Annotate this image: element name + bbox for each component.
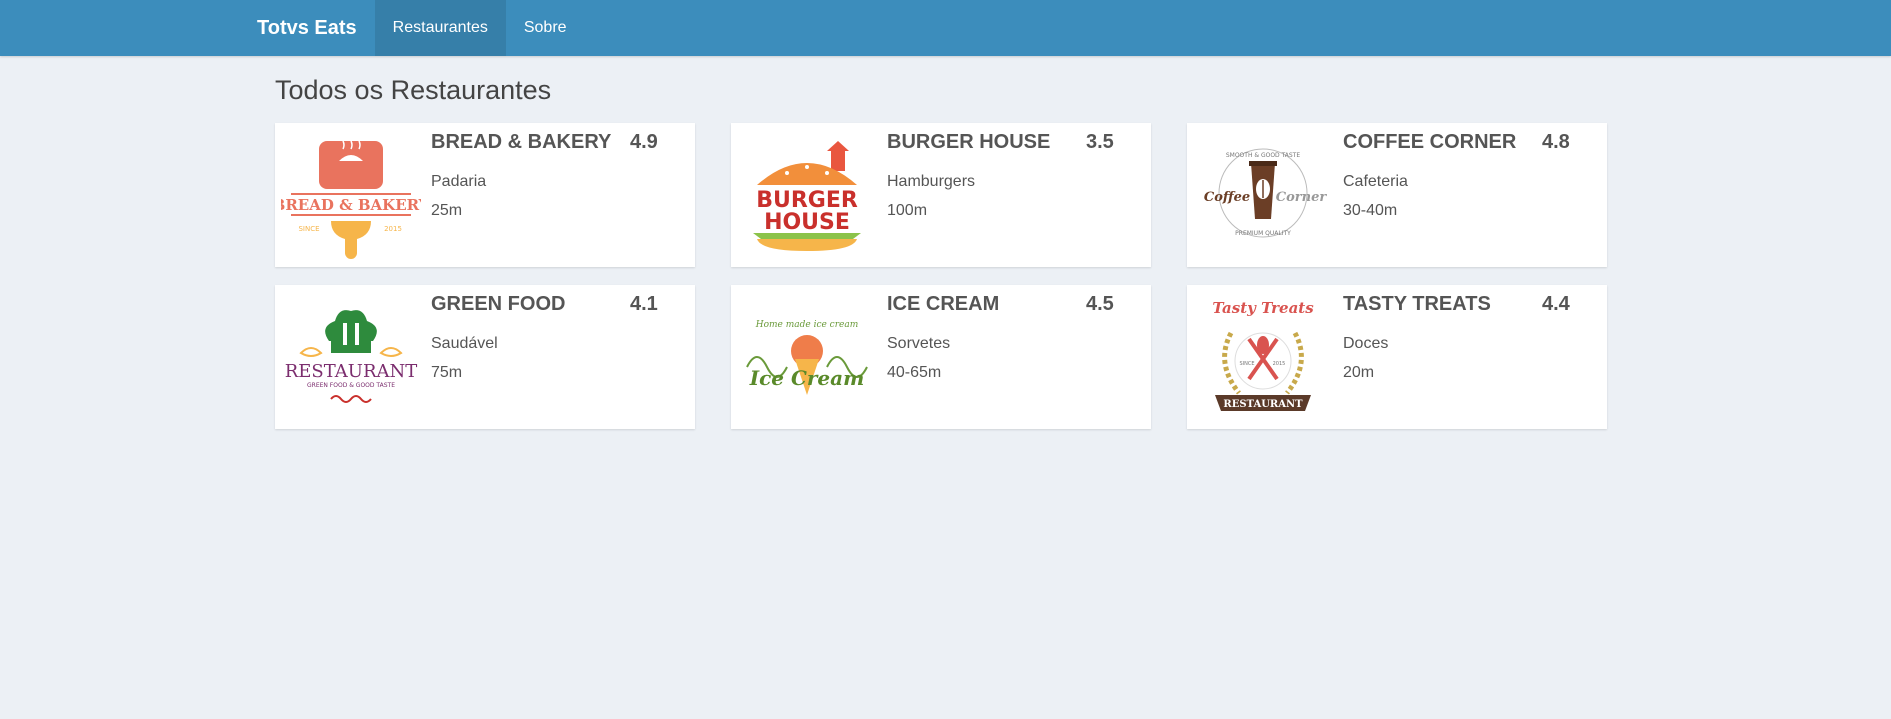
nav-sobre[interactable]: Sobre (506, 0, 585, 56)
restaurant-name: COFFEE CORNER (1343, 131, 1517, 153)
coffee-corner-logo-icon: SMOOTH & GOOD TASTE Coffee Corner PREMIU… (1204, 148, 1328, 238)
nav-restaurantes[interactable]: Restaurantes (374, 0, 506, 56)
svg-text:SINCE: SINCE (1239, 361, 1254, 367)
restaurant-rating: 4.8 (1542, 131, 1570, 153)
nav-container: Totvs Eats Restaurantes Sobre (257, 0, 585, 56)
bread-bakery-logo-icon: BREAD & BAKERY SINCE 2015 (281, 140, 421, 259)
restaurant-delivery-time: 25m (431, 202, 463, 219)
restaurant-name: BURGER HOUSE (887, 131, 1051, 153)
restaurant-name: GREEN FOOD (431, 293, 566, 315)
restaurant-card-ice-cream[interactable]: Home made ice cream Ice Cream ICE CREAM … (731, 285, 1151, 429)
restaurant-category: Sorvetes (887, 335, 951, 352)
ice-cream-logo-icon: Home made ice cream Ice Cream (746, 320, 868, 395)
svg-text:RESTAURANT: RESTAURANT (285, 361, 418, 382)
restaurant-rating: 4.5 (1086, 293, 1114, 315)
tasty-treats-logo-icon: Tasty Treats SINCE 2015 RESTAURANT (1212, 299, 1314, 411)
svg-text:Coffee: Coffee (1204, 190, 1250, 205)
navbar: Totvs Eats Restaurantes Sobre (0, 0, 1891, 56)
burger-house-logo-icon: BURGER HOUSE (753, 141, 861, 251)
restaurant-category: Cafeteria (1343, 173, 1408, 190)
restaurant-name: ICE CREAM (887, 293, 1000, 315)
restaurant-delivery-time: 100m (887, 202, 928, 219)
restaurant-category: Padaria (431, 173, 487, 190)
svg-text:RESTAURANT: RESTAURANT (1223, 399, 1303, 410)
svg-text:2015: 2015 (384, 225, 402, 233)
svg-text:Home made ice cream: Home made ice cream (755, 320, 859, 330)
restaurant-category: Hamburgers (887, 173, 976, 190)
restaurant-rating: 3.5 (1086, 131, 1114, 153)
restaurant-delivery-time: 40-65m (887, 364, 942, 381)
brand-link[interactable]: Totvs Eats (257, 0, 375, 56)
svg-text:GREEN FOOD & GOOD TASTE: GREEN FOOD & GOOD TASTE (307, 382, 395, 389)
main-content: Todos os Restaurantes BREAD & BAKERY SIN… (275, 56, 1635, 429)
restaurant-name: BREAD & BAKERY (431, 131, 612, 153)
restaurant-delivery-time: 75m (431, 364, 463, 381)
restaurant-card-burger-house[interactable]: BURGER HOUSE BURGER HOUSE 3.5 Hamburgers… (731, 123, 1151, 267)
restaurant-card-tasty-treats[interactable]: Tasty Treats SINCE 2015 RESTAURANT TASTY… (1187, 285, 1607, 429)
svg-text:Ice Cream: Ice Cream (749, 366, 865, 390)
green-food-logo-icon: RESTAURANT GREEN FOOD & GOOD TASTE (285, 310, 418, 403)
svg-text:SINCE: SINCE (298, 225, 319, 233)
restaurant-rating: 4.4 (1542, 293, 1570, 315)
restaurant-category: Saudável (431, 335, 498, 352)
svg-text:Corner: Corner (1276, 190, 1328, 205)
restaurant-delivery-time: 20m (1343, 364, 1375, 381)
restaurant-rating: 4.1 (630, 293, 658, 315)
restaurant-category: Doces (1343, 335, 1389, 352)
restaurant-card-green-food[interactable]: RESTAURANT GREEN FOOD & GOOD TASTE GREEN… (275, 285, 695, 429)
restaurant-delivery-time: 30-40m (1343, 202, 1398, 219)
svg-text:2015: 2015 (1273, 361, 1286, 367)
restaurant-rating: 4.9 (630, 131, 658, 153)
svg-text:BREAD & BAKERY: BREAD & BAKERY (281, 196, 421, 214)
restaurant-card-bread-bakery[interactable]: BREAD & BAKERY SINCE 2015 BREAD & BAKERY… (275, 123, 695, 267)
restaurant-name: TASTY TREATS (1343, 293, 1491, 315)
restaurant-card-coffee-corner[interactable]: SMOOTH & GOOD TASTE Coffee Corner PREMIU… (1187, 123, 1607, 267)
svg-text:HOUSE: HOUSE (764, 210, 850, 235)
svg-text:PREMIUM QUALITY: PREMIUM QUALITY (1235, 230, 1291, 237)
svg-text:SMOOTH & GOOD TASTE: SMOOTH & GOOD TASTE (1226, 152, 1301, 159)
svg-text:Tasty Treats: Tasty Treats (1212, 299, 1314, 317)
page-title: Todos os Restaurantes (275, 75, 552, 105)
